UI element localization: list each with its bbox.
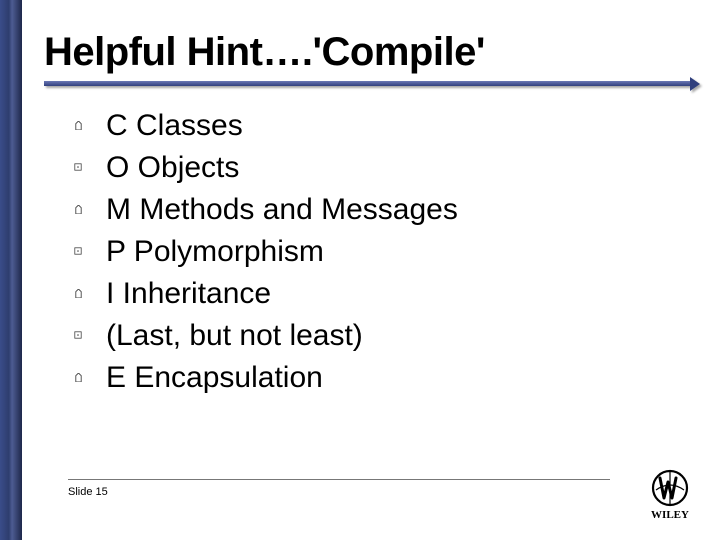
bullet-icon xyxy=(74,331,84,341)
list-item-text: I Inheritance xyxy=(106,277,271,311)
bullet-icon xyxy=(74,373,84,383)
wiley-logo: WILEY xyxy=(642,466,698,522)
list-item: (Last, but not least) xyxy=(74,319,678,353)
list-item: I Inheritance xyxy=(74,277,678,311)
list-item: M Methods and Messages xyxy=(74,193,678,227)
left-accent-bar xyxy=(0,0,22,540)
list-item: P Polymorphism xyxy=(74,235,678,269)
list-item-text: C Classes xyxy=(106,109,243,143)
bullet-icon xyxy=(74,289,84,299)
list-item-text: M Methods and Messages xyxy=(106,193,458,227)
bullet-icon xyxy=(74,247,84,257)
list-item: O Objects xyxy=(74,151,678,185)
footer-rule xyxy=(68,479,610,480)
bullet-list: C Classes O Objects M Methods and Messag… xyxy=(44,109,698,395)
list-item-text: P Polymorphism xyxy=(106,235,324,269)
list-item: C Classes xyxy=(74,109,678,143)
bullet-icon xyxy=(74,121,84,131)
list-item: E Encapsulation xyxy=(74,361,678,395)
list-item-text: (Last, but not least) xyxy=(106,319,363,353)
svg-text:WILEY: WILEY xyxy=(651,509,689,521)
slide-footer: Slide 15 xyxy=(68,479,610,498)
title-underline xyxy=(44,81,698,91)
list-item-text: O Objects xyxy=(106,151,239,185)
slide-content: Helpful Hint….'Compile' C Classes O Obje… xyxy=(22,0,720,540)
list-item-text: E Encapsulation xyxy=(106,361,323,395)
bullet-icon xyxy=(74,163,84,173)
slide-number: Slide 15 xyxy=(68,486,610,498)
slide-title: Helpful Hint….'Compile' xyxy=(44,30,698,75)
bullet-icon xyxy=(74,205,84,215)
